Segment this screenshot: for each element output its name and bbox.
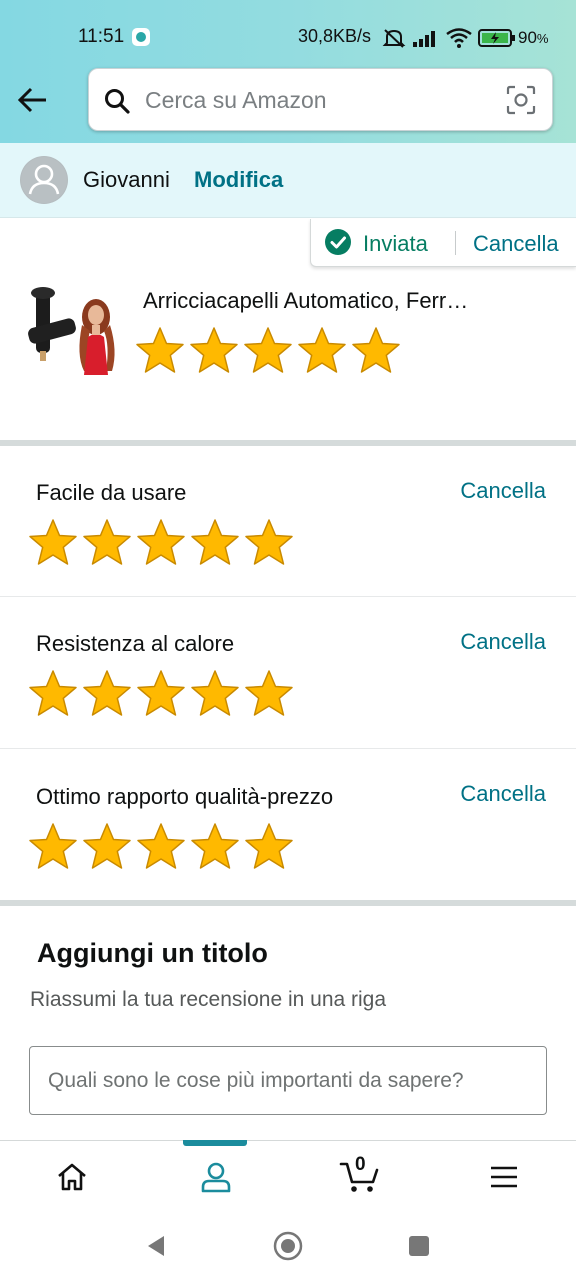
status-time: 11:51 [78,26,125,47]
star-icon[interactable] [190,822,240,872]
system-home-button[interactable] [272,1230,304,1262]
notification-app-icon [132,28,150,46]
status-icons [382,26,516,50]
back-arrow-icon [17,87,46,113]
system-recents-button[interactable] [403,1230,435,1262]
network-speed: 30,8KB/s [298,26,372,46]
nav-menu[interactable] [432,1141,576,1213]
search-icon [105,89,130,114]
attribute-star-rating[interactable] [28,518,294,568]
battery-percent: 90% [518,28,549,47]
star-icon[interactable] [243,326,293,376]
attribute-cancel-link[interactable]: Cancella [460,478,546,504]
signal-icon [413,31,435,47]
review-title-input[interactable] [29,1046,547,1115]
attribute-label-value-for-money: Ottimo rapporto qualità-prezzo [36,784,334,809]
status-sent-label: Inviata [363,231,428,256]
user-avatar-icon [21,157,67,203]
check-circle-icon [325,229,351,255]
section-divider [0,900,576,906]
row-divider [0,748,576,749]
product-title: Arricciacapelli Automatico, Ferr… [143,288,469,313]
system-back-button[interactable] [140,1230,172,1262]
home-icon [58,1163,86,1191]
star-icon[interactable] [136,518,186,568]
star-icon[interactable] [297,326,347,376]
edit-profile-link[interactable]: Modifica [194,167,283,193]
system-navigation-bar [0,1212,576,1280]
star-icon[interactable] [351,326,401,376]
star-icon[interactable] [28,669,78,719]
bottom-navigation [0,1140,576,1212]
search-input[interactable]: Cerca su Amazon [145,87,327,114]
wifi-icon [446,28,472,48]
star-icon[interactable] [28,822,78,872]
circle-home-icon [273,1231,303,1261]
star-icon[interactable] [190,518,240,568]
star-icon[interactable] [190,669,240,719]
camera-scan-icon[interactable] [506,85,536,115]
product-image [26,285,118,375]
section-divider [0,440,576,446]
nav-account[interactable] [144,1141,288,1213]
battery-icon [478,29,515,47]
cart-count-badge: 0 [355,1154,366,1175]
attribute-star-rating[interactable] [28,822,294,872]
attribute-label-ease-of-use: Facile da usare [36,480,187,505]
add-title-subtitle: Riassumi la tua recensione in una riga [30,988,387,1011]
profile-bar: Giovanni Modifica [0,143,576,218]
search-bar[interactable]: Cerca su Amazon [88,68,553,131]
attribute-cancel-link[interactable]: Cancella [460,629,546,655]
star-icon[interactable] [244,822,294,872]
divider [455,231,456,255]
triangle-back-icon [148,1236,164,1256]
back-button[interactable] [14,82,50,118]
mute-bell-icon [382,29,406,48]
profile-name: Giovanni [83,167,170,192]
star-icon[interactable] [135,326,185,376]
star-icon[interactable] [136,822,186,872]
avatar [20,156,68,204]
menu-icon [491,1166,517,1188]
app-header: 11:51 30,8KB/s 90% Cerca su Amazon [0,0,576,143]
nav-home[interactable] [0,1141,144,1213]
star-icon[interactable] [82,518,132,568]
star-icon[interactable] [82,822,132,872]
account-icon [201,1162,231,1193]
star-icon[interactable] [189,326,239,376]
attribute-label-heat-resistance: Resistenza al calore [36,631,235,656]
submission-status: Inviata Cancella [310,219,576,267]
product-star-rating[interactable] [135,326,401,376]
cancel-submission-link[interactable]: Cancella [473,231,559,257]
status-bar: 11:51 30,8KB/s 90% [0,0,576,66]
star-icon[interactable] [82,669,132,719]
attribute-star-rating[interactable] [28,669,294,719]
nav-cart[interactable] [288,1141,432,1213]
star-icon[interactable] [28,518,78,568]
star-icon[interactable] [244,669,294,719]
row-divider [0,596,576,597]
active-tab-indicator [183,1140,247,1146]
attribute-cancel-link[interactable]: Cancella [460,781,546,807]
star-icon[interactable] [244,518,294,568]
star-icon[interactable] [136,669,186,719]
square-recents-icon [409,1236,429,1256]
add-title-heading: Aggiungi un titolo [37,938,268,968]
